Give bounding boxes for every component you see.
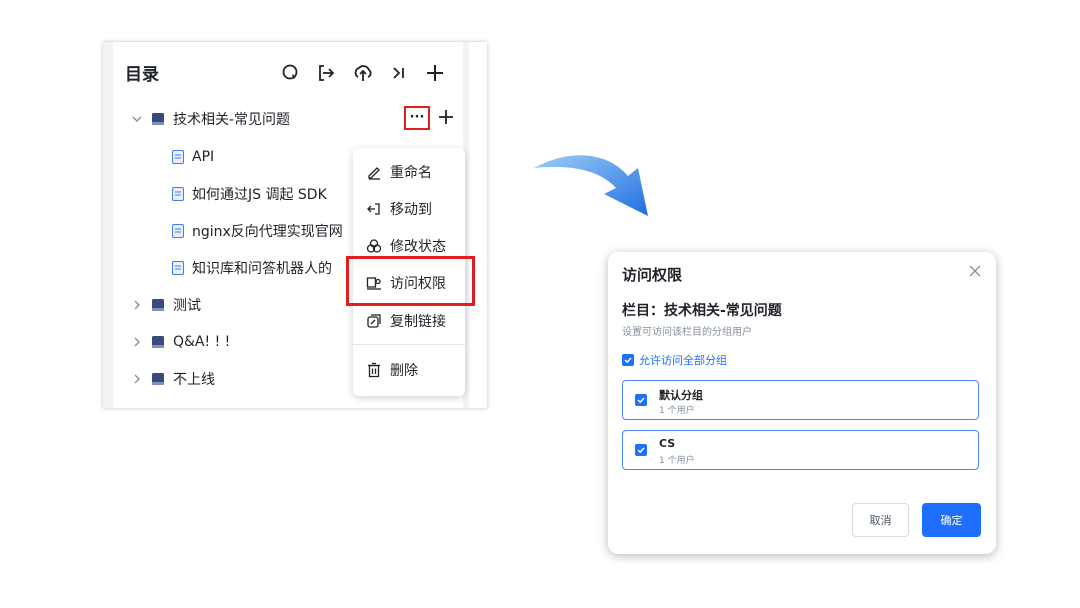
group-card[interactable]: CS 1 个用户 bbox=[622, 430, 979, 470]
highlight-box bbox=[346, 256, 475, 306]
chevron-down-icon[interactable] bbox=[131, 113, 143, 125]
tree-item-doc[interactable]: nginx反向代理实现官网 bbox=[172, 216, 343, 246]
directory-title: 目录 bbox=[125, 65, 159, 85]
column-hint: 设置可访问该栏目的分组用户 bbox=[622, 327, 752, 338]
collapse-icon[interactable] bbox=[388, 62, 410, 84]
document-icon bbox=[172, 150, 184, 164]
menu-item-move[interactable]: 移动到 bbox=[353, 191, 465, 227]
book-icon bbox=[152, 373, 164, 385]
more-button[interactable]: ··· bbox=[404, 106, 430, 130]
allow-all-checkbox[interactable]: 允许访问全部分组 bbox=[622, 352, 727, 368]
flow-arrow-icon bbox=[534, 155, 648, 216]
document-icon bbox=[172, 261, 184, 275]
tree-item-label: 技术相关-常见问题 bbox=[173, 112, 291, 128]
menu-item-copy-link[interactable]: 复制链接 bbox=[353, 303, 465, 339]
tree-item-doc[interactable]: 知识库和问答机器人的 bbox=[172, 253, 332, 283]
tree-item-book[interactable]: 技术相关-常见问题 bbox=[131, 104, 290, 134]
status-icon bbox=[366, 239, 382, 253]
chevron-right-icon[interactable] bbox=[131, 299, 143, 311]
copy-link-icon bbox=[367, 314, 381, 328]
tree-item-book[interactable]: 测试 bbox=[131, 290, 201, 320]
tree-item-label: 不上线 bbox=[173, 372, 215, 388]
cancel-button[interactable]: 取消 bbox=[852, 503, 909, 537]
tree-item-label: 知识库和问答机器人的 bbox=[192, 261, 332, 277]
checkbox-icon[interactable] bbox=[635, 444, 647, 456]
upload-icon[interactable] bbox=[352, 62, 374, 84]
group-card[interactable]: 默认分组 1 个用户 bbox=[622, 380, 979, 420]
checkbox-icon bbox=[622, 354, 634, 366]
trash-icon bbox=[368, 362, 380, 378]
tree-item-doc[interactable]: 如何通过JS 调起 SDK bbox=[172, 179, 327, 209]
menu-item-delete[interactable]: 删除 bbox=[353, 352, 465, 388]
tree-item-book[interactable]: 不上线 bbox=[131, 364, 215, 394]
close-icon[interactable] bbox=[968, 264, 982, 278]
chevron-right-icon[interactable] bbox=[131, 336, 143, 348]
confirm-button[interactable]: 确定 bbox=[922, 503, 981, 537]
chevron-right-icon[interactable] bbox=[131, 373, 143, 385]
tree-item-doc[interactable]: API bbox=[172, 142, 214, 172]
group-count: 1 个用户 bbox=[659, 406, 695, 416]
tree-item-label: nginx反向代理实现官网 bbox=[192, 224, 343, 240]
search-icon[interactable] bbox=[280, 62, 302, 84]
tree-item-label: 测试 bbox=[173, 298, 201, 314]
add-child-button[interactable] bbox=[437, 108, 455, 126]
tree-item-label: Q&A! ! ! bbox=[173, 334, 231, 350]
document-icon bbox=[172, 187, 184, 201]
permission-dialog: 访问权限 栏目：技术相关-常见问题 设置可访问该栏目的分组用户 允许访问全部分组… bbox=[608, 252, 996, 554]
document-icon bbox=[172, 224, 184, 238]
group-name: CS bbox=[659, 437, 676, 450]
export-icon[interactable] bbox=[315, 62, 337, 84]
move-icon bbox=[367, 203, 380, 215]
allow-all-label: 允许访问全部分组 bbox=[639, 354, 727, 367]
add-icon[interactable] bbox=[424, 62, 446, 84]
content-edge bbox=[469, 42, 487, 408]
menu-divider bbox=[353, 344, 465, 345]
book-icon bbox=[152, 299, 164, 311]
tree-item-book[interactable]: Q&A! ! ! bbox=[131, 327, 230, 357]
column-line: 栏目：技术相关-常见问题 bbox=[622, 300, 782, 320]
book-icon bbox=[152, 336, 164, 348]
tree-item-label: API bbox=[192, 149, 215, 165]
menu-item-rename[interactable]: 重命名 bbox=[353, 154, 465, 190]
column-prefix: 栏目： bbox=[622, 303, 664, 319]
group-count: 1 个用户 bbox=[659, 456, 695, 466]
column-name: 技术相关-常见问题 bbox=[664, 303, 782, 319]
dialog-title: 访问权限 bbox=[622, 266, 683, 284]
edit-icon bbox=[368, 167, 380, 180]
checkbox-icon[interactable] bbox=[635, 394, 647, 406]
tree-item-label: 如何通过JS 调起 SDK bbox=[192, 187, 327, 203]
book-icon bbox=[152, 113, 164, 125]
group-name: 默认分组 bbox=[659, 389, 703, 402]
